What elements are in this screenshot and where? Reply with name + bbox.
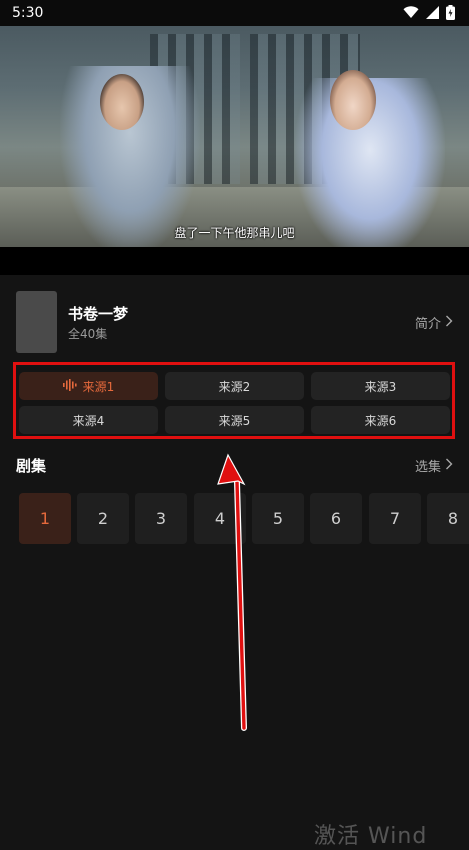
intro-label: 简介 [414, 317, 441, 332]
drama-poster[interactable] [16, 291, 57, 353]
video-frame[interactable] [0, 26, 469, 247]
episode-button-2[interactable]: 2 [77, 493, 129, 544]
video-subtitle: 盘了一下午他那串儿吧 [174, 226, 295, 240]
episode-button-6[interactable]: 6 [310, 493, 362, 544]
episode-button-4[interactable]: 4 [194, 493, 246, 544]
intro-link[interactable]: 简介 [415, 313, 453, 332]
episode-button-5[interactable]: 5 [252, 493, 304, 544]
episodes-row: 1 2 3 4 5 6 7 8 [19, 493, 469, 545]
episode-button-8[interactable]: 8 [427, 493, 469, 544]
episode-button-3[interactable]: 3 [135, 493, 187, 544]
select-episodes-link[interactable]: 选集 [415, 456, 453, 475]
drama-title: 书卷一梦 [68, 305, 129, 323]
sources-highlight-box [13, 362, 455, 439]
chevron-right-icon [445, 315, 453, 331]
episode-button-7[interactable]: 7 [369, 493, 421, 544]
episode-button-1[interactable]: 1 [19, 493, 71, 544]
activation-watermark: 激活 Wind [314, 824, 428, 849]
content-area [0, 275, 469, 834]
status-icons [403, 5, 455, 20]
battery-icon [446, 5, 455, 20]
chevron-right-icon [445, 458, 453, 474]
status-time: 5:30 [12, 5, 44, 21]
cellular-signal-icon [426, 6, 439, 19]
wifi-icon [403, 6, 419, 19]
drama-episode-count: 全40集 [68, 327, 108, 341]
select-label: 选集 [414, 460, 441, 475]
episodes-title: 剧集 [16, 457, 47, 475]
status-bar: 5:30 [0, 0, 469, 26]
